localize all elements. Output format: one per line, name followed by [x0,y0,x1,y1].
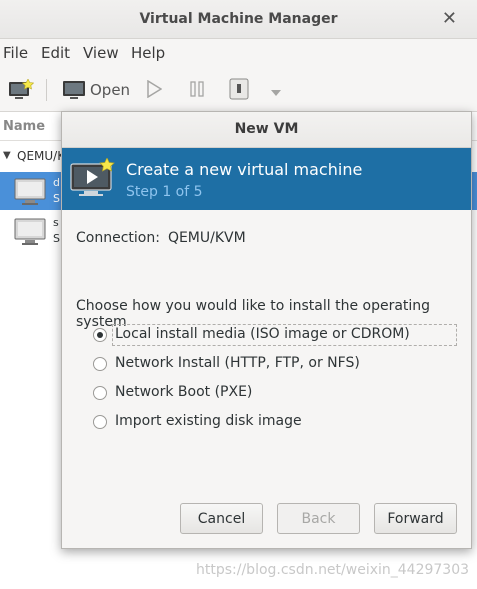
option-label[interactable]: Local install media (ISO image or CDROM) [115,326,410,342]
menu-help[interactable]: Help [131,44,165,62]
option-network-install[interactable]: Network Install (HTTP, FTP, or NFS) [93,353,459,375]
dialog-banner: Create a new virtual machine Step 1 of 5 [62,148,471,210]
menu-file[interactable]: File [3,44,28,62]
radio-network-boot[interactable] [93,386,107,400]
connection-name: QEMU/K [17,149,66,163]
close-icon[interactable]: ✕ [442,8,457,29]
connection-value: QEMU/KVM [167,230,246,246]
power-icon[interactable] [229,78,249,104]
toolbar-separator [46,79,47,101]
connection-label: Connection: [76,230,160,246]
option-label[interactable]: Import existing disk image [115,413,302,429]
menubar: File Edit View Help [0,39,477,67]
forward-button[interactable]: Forward [374,503,457,534]
banner-title: Create a new virtual machine [126,160,363,179]
radio-local-media[interactable] [93,328,107,342]
chevron-down-icon[interactable] [270,85,282,101]
new-vm-icon [70,157,116,204]
radio-network-install[interactable] [93,357,107,371]
dialog-titlebar: New VM [62,112,471,148]
open-button-label[interactable]: Open [90,81,130,99]
connection-info: Connection: QEMU/KVM [76,230,246,246]
vm-name: d [53,176,60,189]
window-title: Virtual Machine Manager [139,11,338,27]
cancel-button[interactable]: Cancel [180,503,263,534]
column-name[interactable]: Name [3,119,45,134]
banner-step: Step 1 of 5 [126,184,203,200]
monitor-icon [14,218,46,250]
option-local-media[interactable]: Local install media (ISO image or CDROM) [93,324,459,346]
toolbar: Open [0,67,477,112]
option-import-disk[interactable]: Import existing disk image [93,411,459,433]
back-button[interactable]: Back [277,503,360,534]
option-label[interactable]: Network Boot (PXE) [115,384,252,400]
monitor-icon [14,178,46,210]
menu-edit[interactable]: Edit [41,44,70,62]
new-vm-icon[interactable] [8,78,35,105]
open-icon[interactable] [62,79,86,105]
vm-status: S [53,232,60,245]
radio-import-disk[interactable] [93,415,107,429]
new-vm-dialog: New VM Create a new virtual machine Step… [61,111,472,549]
titlebar: Virtual Machine Manager ✕ [0,0,477,39]
pause-icon[interactable] [189,80,205,102]
expander-icon[interactable]: ▼ [3,150,11,161]
option-label[interactable]: Network Install (HTTP, FTP, or NFS) [115,355,360,371]
watermark: https://blog.csdn.net/weixin_44297303 [196,562,470,578]
menu-view[interactable]: View [83,44,119,62]
option-network-boot[interactable]: Network Boot (PXE) [93,382,459,404]
play-icon[interactable] [146,79,163,102]
vm-name: s [53,216,59,229]
vm-status: S [53,192,60,205]
dialog-title: New VM [234,121,299,137]
